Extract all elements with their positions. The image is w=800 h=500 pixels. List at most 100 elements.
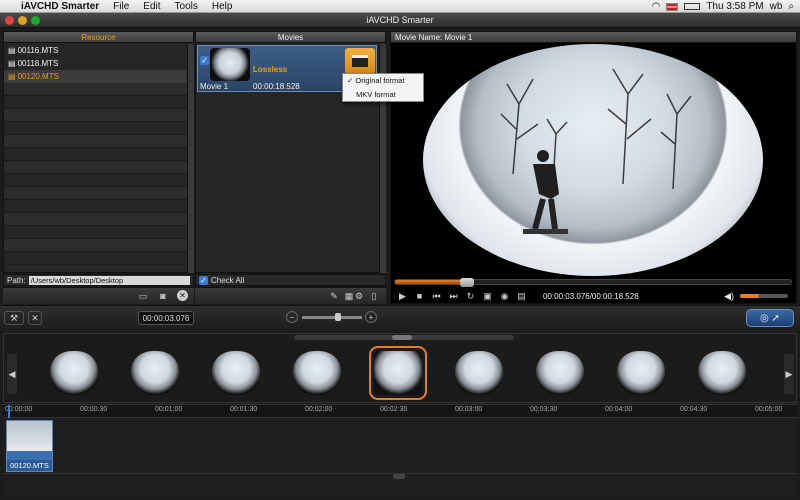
menu-app-name[interactable]: iAVCHD Smarter [14,0,106,13]
spotlight-icon[interactable]: ⌕ [788,1,794,12]
resource-toolbar: ▭ ◙ ✕ [3,287,194,304]
cut-icon[interactable]: ✕ [28,311,42,325]
path-bar: Path: /Users/wb/Desktop/Desktop [3,274,194,286]
flag-icon[interactable] [666,2,679,11]
resource-list: ▤ 00116.MTS ▤ 00118.MTS ▤ 00120.MTS [4,44,187,273]
battery-icon[interactable] [684,3,701,10]
thumbnail-strip: ◀ ▶ [3,333,797,403]
tools-menu-icon[interactable]: ⚒ [4,311,24,325]
video-scene [500,68,692,234]
volume-level [740,294,760,298]
path-field[interactable]: /Users/wb/Desktop/Desktop [28,275,190,285]
preview-header: Movie Name: Movie 1 [391,32,796,43]
play-icon[interactable]: ▶ [397,291,408,302]
thumbnail-row [50,346,750,400]
strip-right-arrow[interactable]: ▶ [784,354,794,394]
movie-duration: 00:00:18.528 [253,82,300,91]
menu-item-original-format[interactable]: ✓ Original format [343,74,423,88]
menu-item-mkv-format[interactable]: MKV format [343,88,423,102]
resource-panel: Resource ▤ 00116.MTS ▤ 00118.MTS ▤ 00120.MT… [3,31,194,273]
wifi-icon[interactable]: ◠ [652,1,661,12]
zoom-in-icon[interactable]: + [365,311,377,323]
trash-icon[interactable]: ▯ [369,291,379,301]
timeline-empty-area [3,474,797,498]
strip-scroll-handle[interactable] [392,335,412,340]
timeline-track: 00120.MTS [3,418,797,474]
snowboard [523,229,568,234]
menu-tools[interactable]: Tools [168,0,205,13]
loop-icon[interactable]: ↻ [465,291,476,302]
zoom-out-icon[interactable]: − [286,311,298,323]
playback-controls: ▶ ■ ⏮ ⏭ ↻ ▣ ◉ ▤ 00:00:03.076/00:00:18.52… [391,288,796,304]
ruler-tick-label: 00:03:00 [455,406,483,413]
settings-icon[interactable]: ⚙ [353,291,365,301]
add-folder-icon[interactable]: ▭ [137,291,149,301]
volume-icon[interactable]: ◀) [724,291,734,302]
seek-handle[interactable] [459,278,474,287]
video-thumbnail[interactable] [455,351,503,395]
time-display: 00:00:03.076/00:00:18.528 [543,291,639,301]
current-time-field[interactable]: 00:00:03.076 [138,311,194,325]
close-window-button[interactable] [5,16,14,25]
ruler-tick-label: 00:01:30 [230,406,258,413]
menu-help[interactable]: Help [205,0,240,13]
zoom-slider[interactable] [302,313,362,321]
resource-header: Resource [4,32,193,43]
ruler-tick-label: 00:01:00 [155,406,183,413]
add-camera-icon[interactable]: ◙ [157,291,169,301]
username[interactable]: wb [770,1,783,12]
video-thumbnail[interactable] [369,346,427,400]
zoom-slider-handle[interactable] [335,313,341,321]
movie-checkbox[interactable]: ✓ [200,56,209,65]
resource-scrollbar[interactable] [187,44,194,273]
timeline-toolbar: ⚒ ✕ 00:00:03.076 − + ◎ ➚ [0,305,800,329]
preview-panel: Movie Name: Movie 1 ▶ ■ ⏮ ⏭ ↻ ▣ ◉ ▤ 00:0… [390,31,797,304]
menu-edit[interactable]: Edit [136,0,167,13]
resource-file-item[interactable]: ▤ 00118.MTS [4,57,187,70]
clock[interactable]: Thu 3:58 PM [706,1,763,12]
snapshot-folder-icon[interactable]: ▤ [516,291,527,302]
ruler-tick-label: 00:05:00 [755,406,783,413]
timeline-clip[interactable]: 00120.MTS [6,420,53,472]
movies-toolbar: ✎ ▦ ⚙ ▯ [195,287,386,304]
strip-left-arrow[interactable]: ◀ [7,354,17,394]
movie-name: Movie 1 [200,82,229,91]
previous-frame-icon[interactable]: ⏮ [431,291,442,302]
snowboarder [532,150,559,230]
seek-bar[interactable] [394,278,792,287]
timeline-resize-handle[interactable] [393,474,405,479]
video-thumbnail[interactable] [50,351,98,395]
edit-movie-icon[interactable]: ✎ [328,291,340,301]
strip-scrollbar[interactable] [294,335,514,340]
window-title: iAVCHD Smarter [366,15,434,25]
stop-icon[interactable]: ■ [414,291,425,301]
snapshot-icon[interactable]: ◉ [499,291,510,302]
ruler-tick-label: 00:04:00 [605,406,633,413]
volume-slider[interactable] [740,294,788,298]
check-all-checkbox[interactable]: ✓ [199,275,208,285]
menu-file[interactable]: File [106,0,136,13]
resource-file-item[interactable]: ▤ 00116.MTS [4,44,187,57]
timeline-ruler[interactable]: 00:00:00 00:00:30 00:01:00 00:01:30 00:02:00… [3,404,797,419]
video-thumbnail[interactable] [293,351,341,395]
fullscreen-icon[interactable]: ▣ [482,291,493,302]
video-thumbnail[interactable] [617,351,665,395]
movies-header: Movies [196,32,385,43]
video-thumbnail[interactable] [131,351,179,395]
format-button[interactable] [345,48,375,74]
movie-format: Lossless [253,65,288,74]
check-all-label: Check All [211,275,245,285]
video-thumbnail[interactable] [698,351,746,395]
resource-file-item-selected[interactable]: ▤ 00120.MTS [4,70,187,83]
zoom-window-button[interactable] [31,16,40,25]
minimize-window-button[interactable] [18,16,27,25]
export-button[interactable]: ◎ ➚ [746,309,794,327]
ruler-tick-label: 00:02:00 [305,406,333,413]
preview-movie-name: Movie 1 [444,33,473,42]
video-thumbnail[interactable] [212,351,260,395]
seek-progress [395,280,467,284]
remove-icon[interactable]: ✕ [177,290,188,301]
next-frame-icon[interactable]: ⏭ [448,291,459,302]
playhead[interactable] [8,405,10,419]
video-thumbnail[interactable] [536,351,584,395]
